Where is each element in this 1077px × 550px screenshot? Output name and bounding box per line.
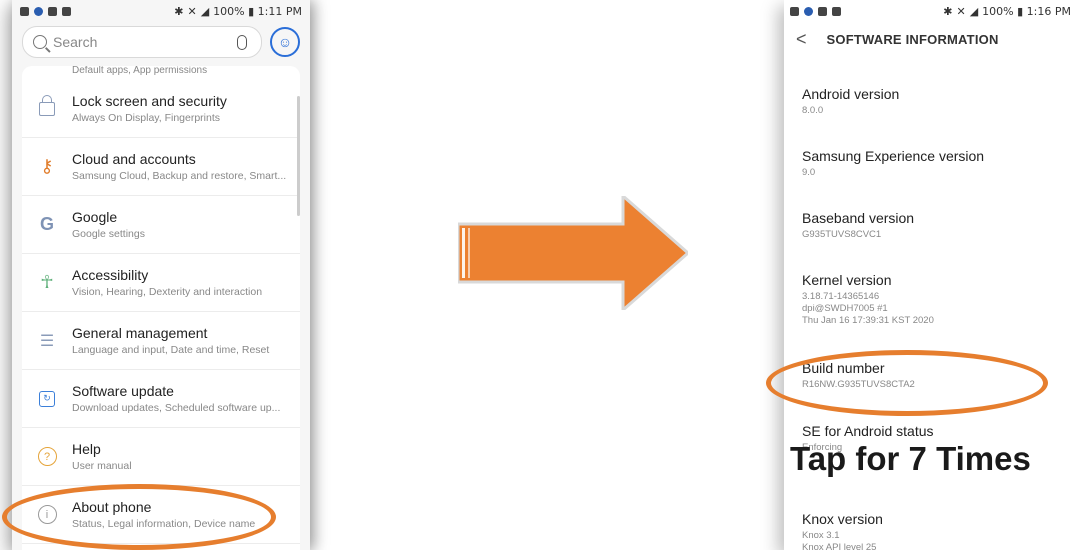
mute-icon: ✕	[187, 4, 197, 18]
setting-title: Google	[72, 209, 118, 225]
key-icon: ⚷	[40, 156, 54, 176]
info-android-version[interactable]: Android version 8.0.0	[802, 86, 899, 117]
signal-icon: ◢	[200, 4, 210, 18]
setting-title: Lock screen and security	[72, 93, 227, 109]
settings-screen: ✱ ✕ ◢ 100% ▮ 1:11 PM Search ☺ Default ap…	[12, 0, 310, 550]
info-value: 8.0.0	[802, 105, 824, 116]
search-placeholder: Search	[53, 34, 98, 50]
scrollbar[interactable]	[297, 96, 300, 216]
help-icon: ?	[37, 447, 57, 466]
setting-software-update[interactable]: ↻ Software update Download updates, Sche…	[22, 370, 300, 428]
info-value: 9.0	[802, 167, 816, 178]
info-value-3: Thu Jan 16 17:39:31 KST 2020	[802, 315, 934, 326]
clipboard-icon	[62, 6, 71, 16]
bluetooth-icon: ✱	[943, 4, 953, 18]
info-title: SE for Android status	[802, 423, 934, 439]
info-kernel[interactable]: Kernel version 3.18.71-14365146 dpi@SWDH…	[802, 272, 934, 327]
info-value-2: Knox API level 25	[802, 542, 877, 550]
info-icon: i	[37, 505, 57, 524]
gallery-icon	[818, 6, 827, 16]
setting-cloud-accounts[interactable]: ⚷ Cloud and accounts Samsung Cloud, Back…	[22, 138, 300, 196]
arrow-right-icon	[458, 196, 688, 310]
page-title: SOFTWARE INFORMATION	[826, 31, 999, 47]
partial-item-sub: Default apps, App permissions	[72, 66, 208, 76]
notification-icon	[790, 6, 799, 16]
tap-instruction: Tap for 7 Times	[790, 440, 1031, 477]
info-title: Android version	[802, 86, 900, 102]
app-icon	[804, 6, 813, 16]
info-title: Samsung Experience version	[802, 148, 985, 164]
setting-sub: Samsung Cloud, Backup and restore, Smart…	[72, 170, 287, 182]
back-chevron-icon[interactable]: <	[796, 29, 807, 50]
mute-icon: ✕	[956, 4, 966, 18]
setting-sub: User manual	[72, 460, 132, 472]
app-bar: < SOFTWARE INFORMATION	[784, 22, 1077, 56]
google-icon: G	[39, 214, 54, 234]
status-text: 100% ▮ 1:11 PM	[213, 4, 302, 18]
setting-google[interactable]: G Google Google settings	[22, 196, 300, 254]
gallery-icon	[48, 6, 57, 16]
info-title: Baseband version	[802, 210, 915, 226]
info-value: 3.18.71-14365146	[802, 291, 880, 302]
bluetooth-icon: ✱	[174, 4, 184, 18]
info-samsung-experience[interactable]: Samsung Experience version 9.0	[802, 148, 984, 179]
info-title: Knox version	[802, 511, 883, 527]
info-value: R16NW.G935TUVS8CTA2	[802, 379, 915, 390]
setting-sub: Language and input, Date and time, Reset	[72, 344, 270, 356]
setting-general-management[interactable]: ☰ General management Language and input,…	[22, 312, 300, 370]
search-input[interactable]: Search	[22, 26, 262, 58]
setting-help[interactable]: ? Help User manual	[22, 428, 300, 486]
setting-title: Accessibility	[72, 267, 149, 283]
info-title: Kernel version	[802, 272, 892, 288]
update-icon: ↻	[39, 390, 55, 407]
notification-icon	[20, 6, 29, 16]
info-knox[interactable]: Knox version Knox 3.1 Knox API level 25	[802, 511, 883, 550]
setting-title: Software update	[72, 383, 174, 399]
setting-sub: Vision, Hearing, Dexterity and interacti…	[72, 286, 263, 298]
setting-lock-screen[interactable]: Lock screen and security Always On Displ…	[22, 80, 300, 138]
search-icon	[33, 35, 47, 49]
setting-about-phone[interactable]: i About phone Status, Legal information,…	[22, 486, 300, 544]
info-baseband[interactable]: Baseband version G935TUVS8CVC1	[802, 210, 914, 241]
profile-icon[interactable]: ☺	[270, 27, 300, 57]
setting-sub: Download updates, Scheduled software up.…	[72, 402, 281, 414]
accessibility-icon: ☥	[40, 272, 54, 292]
status-text: 100% ▮ 1:16 PM	[982, 4, 1071, 18]
info-value: G935TUVS8CVC1	[802, 229, 882, 240]
lock-icon	[39, 94, 55, 116]
setting-title: Help	[72, 441, 101, 457]
info-title: Build number	[802, 360, 885, 376]
app-icon	[34, 6, 43, 16]
setting-title: About phone	[72, 499, 152, 515]
setting-sub: Always On Display, Fingerprints	[72, 112, 221, 124]
settings-list: Default apps, App permissions Lock scree…	[22, 66, 300, 550]
sliders-icon: ☰	[39, 332, 55, 350]
info-value-2: dpi@SWDH7005 #1	[802, 303, 888, 314]
setting-accessibility[interactable]: ☥ Accessibility Vision, Hearing, Dexteri…	[22, 254, 300, 312]
setting-sub: Status, Legal information, Device name	[72, 518, 256, 530]
setting-title: Cloud and accounts	[72, 151, 196, 167]
status-bar: ✱ ✕ ◢ 100% ▮ 1:16 PM	[784, 0, 1077, 22]
info-build-number[interactable]: Build number R16NW.G935TUVS8CTA2	[802, 360, 915, 391]
signal-icon: ◢	[969, 4, 979, 18]
microphone-icon[interactable]	[237, 34, 247, 50]
info-value: Knox 3.1	[802, 530, 840, 541]
status-bar: ✱ ✕ ◢ 100% ▮ 1:11 PM	[12, 0, 310, 22]
clipboard-icon	[832, 6, 841, 16]
setting-sub: Google settings	[72, 228, 145, 240]
setting-title: General management	[72, 325, 208, 341]
